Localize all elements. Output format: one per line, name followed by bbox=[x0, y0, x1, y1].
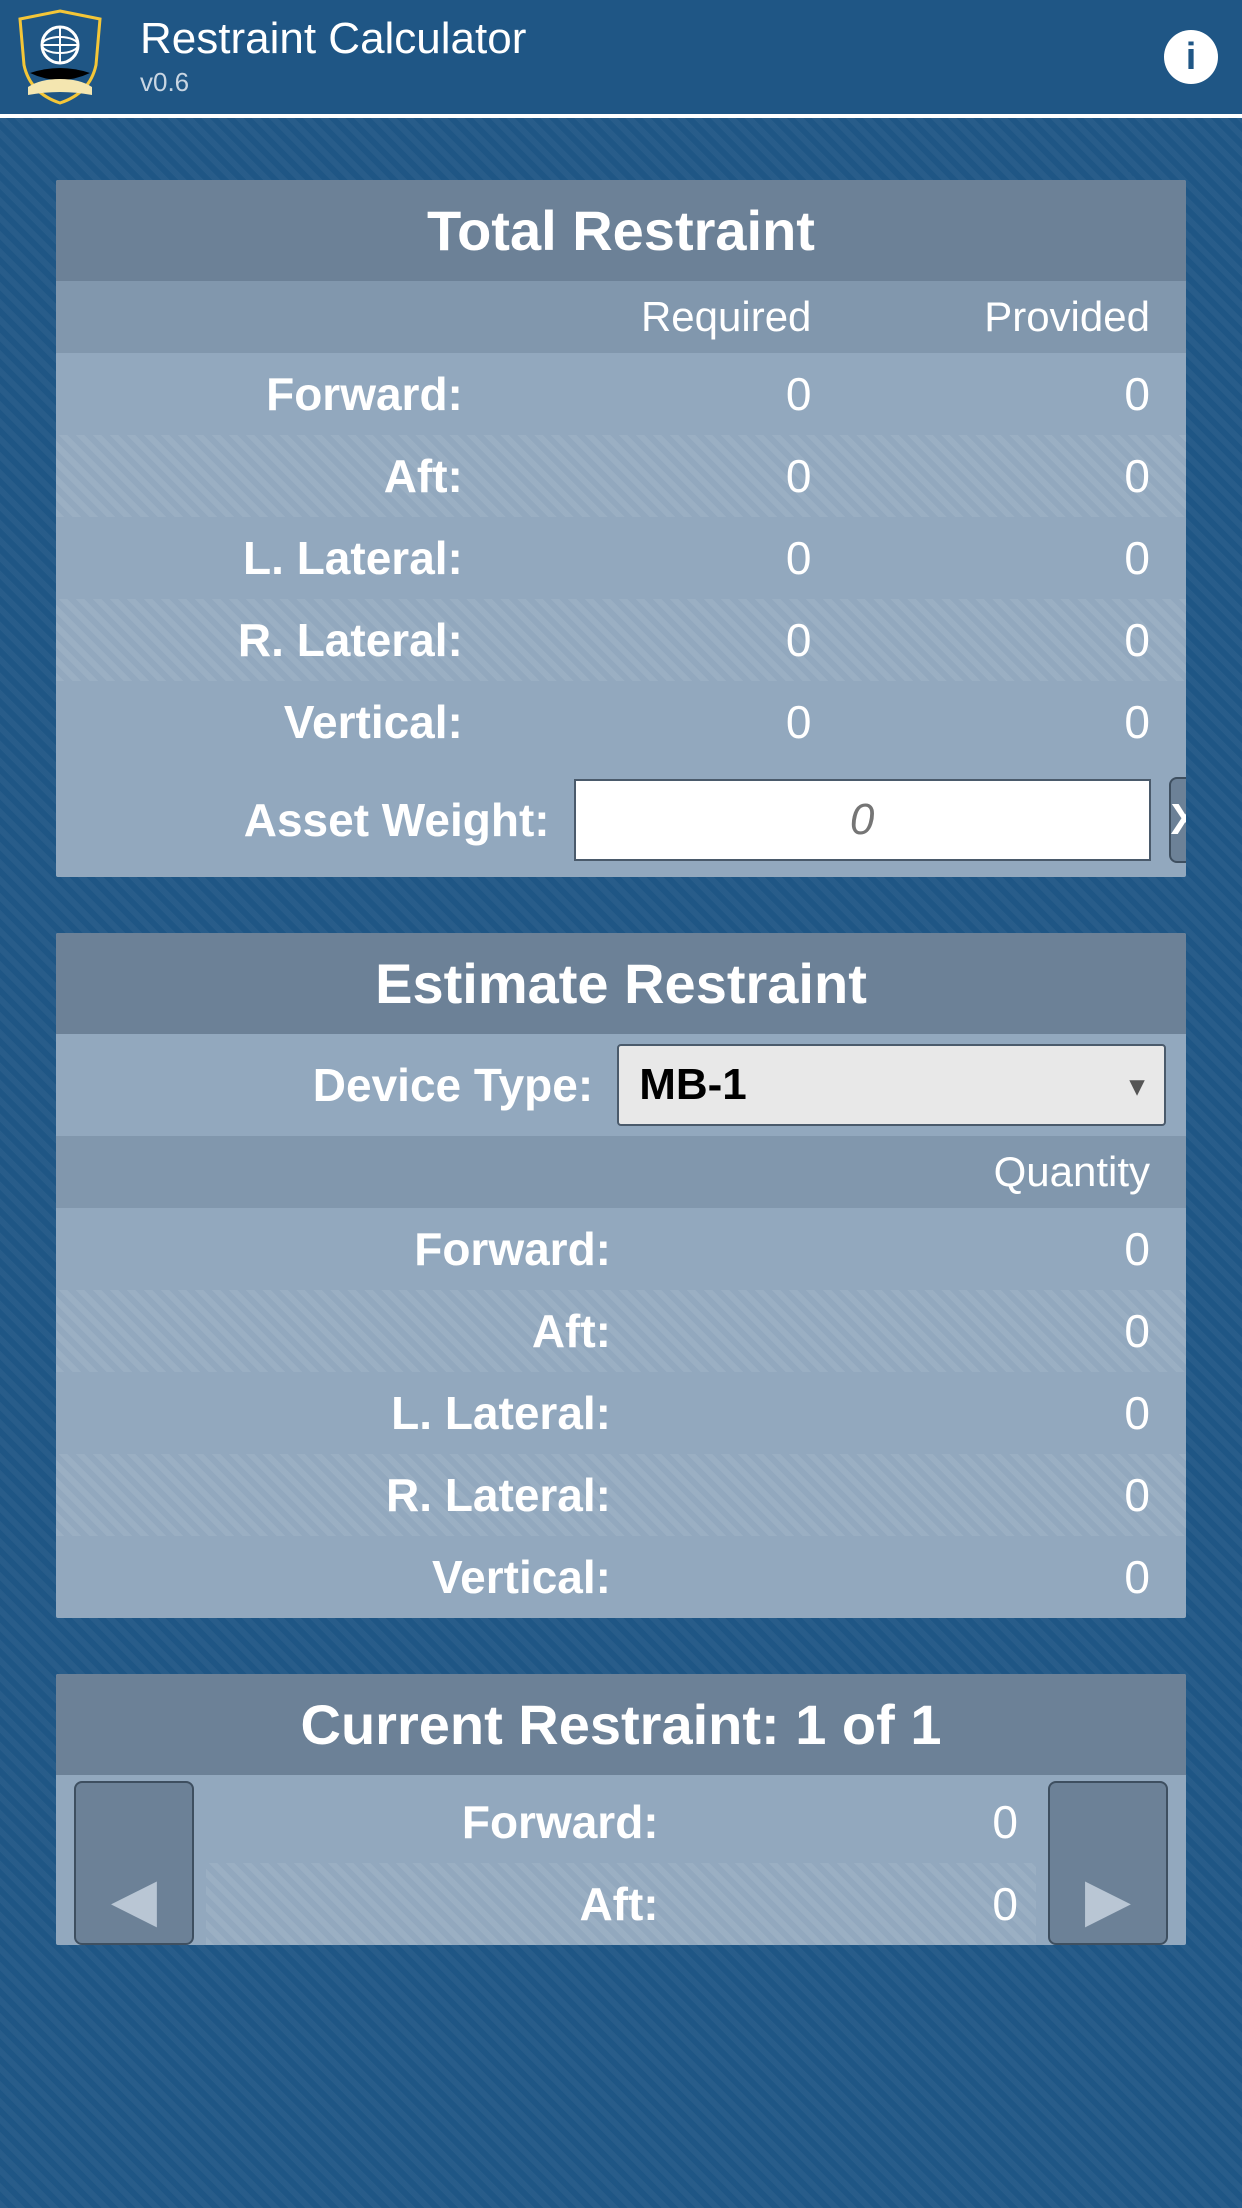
asset-weight-clear-button[interactable]: X bbox=[1169, 777, 1186, 863]
row-provided: 0 bbox=[811, 531, 1150, 585]
row-value: 0 bbox=[621, 1222, 1150, 1276]
total-column-headers: Required Provided bbox=[56, 281, 1186, 353]
current-row-forward: Forward: 0 bbox=[206, 1781, 1036, 1863]
clear-icon: X bbox=[1171, 795, 1186, 845]
estimate-restraint-title: Estimate Restraint bbox=[56, 933, 1186, 1034]
current-row-aft: Aft: 0 bbox=[206, 1863, 1036, 1945]
content-area: Total Restraint Required Provided Forwar… bbox=[0, 118, 1242, 1945]
total-row-aft: Aft: 0 0 bbox=[56, 435, 1186, 517]
col-header-provided: Provided bbox=[811, 293, 1150, 341]
row-label: Aft: bbox=[92, 449, 473, 503]
prev-button[interactable]: ◀ bbox=[74, 1781, 194, 1945]
app-title: Restraint Calculator bbox=[140, 17, 1164, 61]
total-row-forward: Forward: 0 0 bbox=[56, 353, 1186, 435]
row-label: L. Lateral: bbox=[92, 1386, 621, 1440]
total-row-rlateral: R. Lateral: 0 0 bbox=[56, 599, 1186, 681]
row-value: 0 bbox=[669, 1877, 1018, 1931]
asset-weight-row: Asset Weight: X bbox=[56, 763, 1186, 877]
device-type-label: Device Type: bbox=[76, 1058, 599, 1112]
row-label: Aft: bbox=[92, 1304, 621, 1358]
device-type-select[interactable]: MB-1 ▾ bbox=[617, 1044, 1166, 1126]
row-value: 0 bbox=[621, 1386, 1150, 1440]
row-label: Vertical: bbox=[92, 695, 473, 749]
device-type-row: Device Type: MB-1 ▾ bbox=[56, 1034, 1186, 1136]
row-label: Vertical: bbox=[92, 1550, 621, 1604]
current-rows: Forward: 0 Aft: 0 bbox=[206, 1781, 1036, 1945]
row-required: 0 bbox=[473, 367, 812, 421]
next-button[interactable]: ▶ bbox=[1048, 1781, 1168, 1945]
info-button[interactable]: i bbox=[1164, 30, 1218, 84]
asset-weight-label: Asset Weight: bbox=[76, 793, 556, 847]
asset-weight-input[interactable] bbox=[574, 779, 1151, 861]
row-label: L. Lateral: bbox=[92, 531, 473, 585]
row-required: 0 bbox=[473, 531, 812, 585]
row-provided: 0 bbox=[811, 695, 1150, 749]
app-header: Restraint Calculator v0.6 i bbox=[0, 0, 1242, 118]
total-restraint-title: Total Restraint bbox=[56, 180, 1186, 281]
estimate-row-rlateral: R. Lateral: 0 bbox=[56, 1454, 1186, 1536]
current-restraint-panel: Current Restraint: 1 of 1 ◀ Forward: 0 A… bbox=[56, 1674, 1186, 1945]
row-provided: 0 bbox=[811, 613, 1150, 667]
estimate-row-vertical: Vertical: 0 bbox=[56, 1536, 1186, 1618]
row-value: 0 bbox=[621, 1468, 1150, 1522]
info-icon: i bbox=[1186, 36, 1197, 79]
chevron-right-icon: ▶ bbox=[1085, 1865, 1131, 1935]
row-label: Forward: bbox=[92, 1222, 621, 1276]
quantity-header: Quantity bbox=[56, 1136, 1186, 1208]
chevron-down-icon: ▾ bbox=[1130, 1069, 1144, 1102]
row-label: Aft: bbox=[224, 1877, 669, 1931]
row-value: 0 bbox=[669, 1795, 1018, 1849]
row-label: Forward: bbox=[92, 367, 473, 421]
org-logo-icon bbox=[10, 7, 110, 107]
row-value: 0 bbox=[621, 1304, 1150, 1358]
row-label: R. Lateral: bbox=[92, 613, 473, 667]
estimate-row-forward: Forward: 0 bbox=[56, 1208, 1186, 1290]
row-required: 0 bbox=[473, 613, 812, 667]
col-header-required: Required bbox=[473, 293, 812, 341]
row-required: 0 bbox=[473, 695, 812, 749]
app-version: v0.6 bbox=[140, 67, 1164, 98]
current-body: ◀ Forward: 0 Aft: 0 ▶ bbox=[56, 1775, 1186, 1945]
total-row-llateral: L. Lateral: 0 0 bbox=[56, 517, 1186, 599]
row-provided: 0 bbox=[811, 449, 1150, 503]
row-label: R. Lateral: bbox=[92, 1468, 621, 1522]
estimate-row-llateral: L. Lateral: 0 bbox=[56, 1372, 1186, 1454]
row-provided: 0 bbox=[811, 367, 1150, 421]
current-restraint-title: Current Restraint: 1 of 1 bbox=[56, 1674, 1186, 1775]
total-restraint-panel: Total Restraint Required Provided Forwar… bbox=[56, 180, 1186, 877]
row-required: 0 bbox=[473, 449, 812, 503]
total-row-vertical: Vertical: 0 0 bbox=[56, 681, 1186, 763]
estimate-row-aft: Aft: 0 bbox=[56, 1290, 1186, 1372]
estimate-restraint-panel: Estimate Restraint Device Type: MB-1 ▾ Q… bbox=[56, 933, 1186, 1618]
device-type-value: MB-1 bbox=[639, 1060, 747, 1110]
header-titles: Restraint Calculator v0.6 bbox=[140, 17, 1164, 98]
chevron-left-icon: ◀ bbox=[111, 1865, 157, 1935]
row-label: Forward: bbox=[224, 1795, 669, 1849]
row-value: 0 bbox=[621, 1550, 1150, 1604]
